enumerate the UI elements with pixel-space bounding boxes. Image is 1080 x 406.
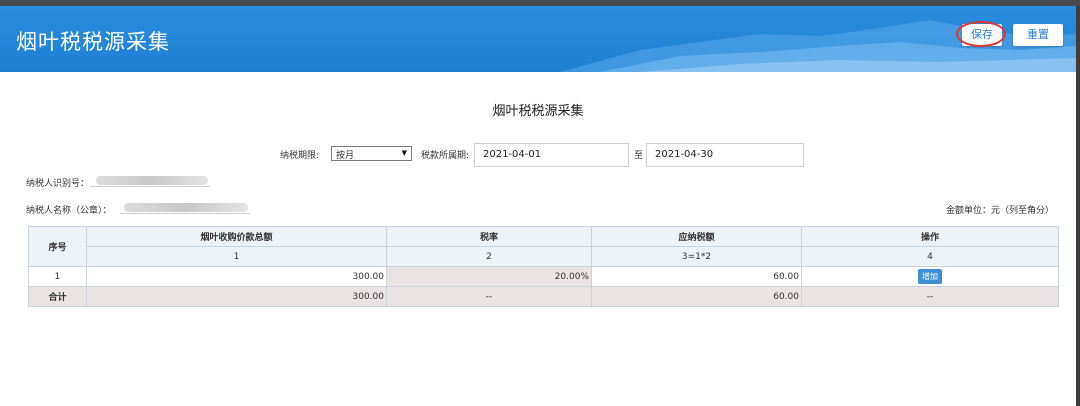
row-tax: 60.00 — [591, 266, 802, 287]
header-bar: 烟叶税税源采集 — [0, 6, 1076, 72]
period-select-value: 按月 — [336, 151, 355, 161]
total-amount: 300.00 — [86, 286, 387, 307]
row-amount[interactable]: 300.00 — [86, 266, 387, 287]
save-button[interactable]: 保存 — [962, 24, 1002, 46]
header-tax: 应纳税额 — [591, 226, 802, 247]
taxpayer-id-masked — [96, 176, 208, 185]
chevron-down-icon: ▼ — [401, 149, 407, 157]
period-select[interactable]: 按月 ▼ — [331, 146, 412, 161]
row-rate: 20.00% — [386, 266, 592, 287]
tax-table: 序号 烟叶收购价款总额 税率 应纳税额 操作 1 2 3=1*2 4 1 300… — [28, 226, 1059, 307]
row-action-cell: 增加 — [801, 266, 1059, 287]
taxpayer-name-masked — [124, 203, 248, 212]
header-amount: 烟叶收购价款总额 — [86, 226, 387, 247]
col-number-3: 3=1*2 — [591, 246, 802, 267]
add-button[interactable]: 增加 — [918, 269, 942, 284]
tax-period-label: 税款所属期: — [421, 151, 470, 161]
col-number-4: 4 — [801, 246, 1059, 267]
taxpayer-name-underline — [120, 213, 250, 214]
header-action: 操作 — [801, 226, 1059, 247]
total-tax: 60.00 — [591, 286, 802, 307]
taxpayer-id-label: 纳税人识别号： — [26, 179, 90, 189]
period-label: 纳税期限: — [280, 151, 320, 161]
col-number-2: 2 — [386, 246, 592, 267]
table-row: 1 300.00 20.00% 60.00 增加 — [28, 266, 1059, 287]
to-label: 至 — [634, 151, 644, 161]
page-title: 烟叶税税源采集 — [492, 104, 584, 119]
total-rate: -- — [386, 286, 592, 307]
col-number-1: 1 — [86, 246, 387, 267]
start-date-input[interactable]: 2021-04-01 — [474, 143, 629, 167]
header-index: 序号 — [28, 226, 87, 267]
app-title: 烟叶税税源采集 — [16, 30, 170, 54]
header-rate: 税率 — [386, 226, 592, 247]
total-row: 合计 300.00 -- 60.00 -- — [28, 286, 1059, 307]
amount-unit-label: 金额单位：元（列至角分） — [946, 206, 1055, 216]
end-date-input[interactable]: 2021-04-30 — [646, 143, 804, 167]
total-action: -- — [801, 286, 1059, 307]
total-label: 合计 — [28, 286, 87, 307]
taxpayer-name-label: 纳税人名称（公章）： — [26, 206, 112, 216]
taxpayer-id-underline — [90, 186, 210, 187]
row-index: 1 — [28, 266, 87, 287]
window-right-edge — [1076, 6, 1080, 406]
reset-button[interactable]: 重置 — [1013, 24, 1063, 46]
